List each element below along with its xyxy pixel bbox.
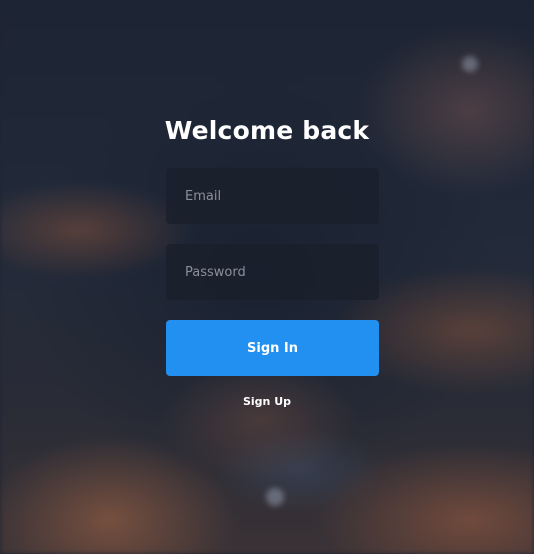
sign-up-link[interactable]: Sign Up: [0, 395, 534, 408]
password-field[interactable]: [166, 244, 379, 300]
sign-in-button[interactable]: Sign In: [166, 320, 379, 376]
email-field[interactable]: [166, 168, 379, 224]
login-form: Welcome back Sign In Sign Up: [0, 0, 534, 554]
page-title: Welcome back: [164, 116, 370, 145]
